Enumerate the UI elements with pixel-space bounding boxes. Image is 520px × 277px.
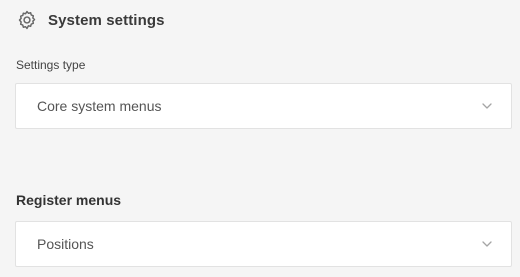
settings-type-select[interactable]: Core system menus — [15, 83, 512, 129]
chevron-down-icon — [481, 240, 493, 248]
page-title: System settings — [48, 11, 165, 29]
page-header: System settings — [16, 8, 165, 32]
settings-type-label: Settings type — [16, 58, 86, 72]
register-menus-value: Positions — [37, 236, 94, 252]
chevron-down-icon — [481, 102, 493, 110]
settings-type-value: Core system menus — [37, 98, 162, 114]
register-menus-select[interactable]: Positions — [15, 221, 512, 267]
gear-icon — [16, 9, 38, 31]
register-menus-title: Register menus — [16, 192, 122, 208]
